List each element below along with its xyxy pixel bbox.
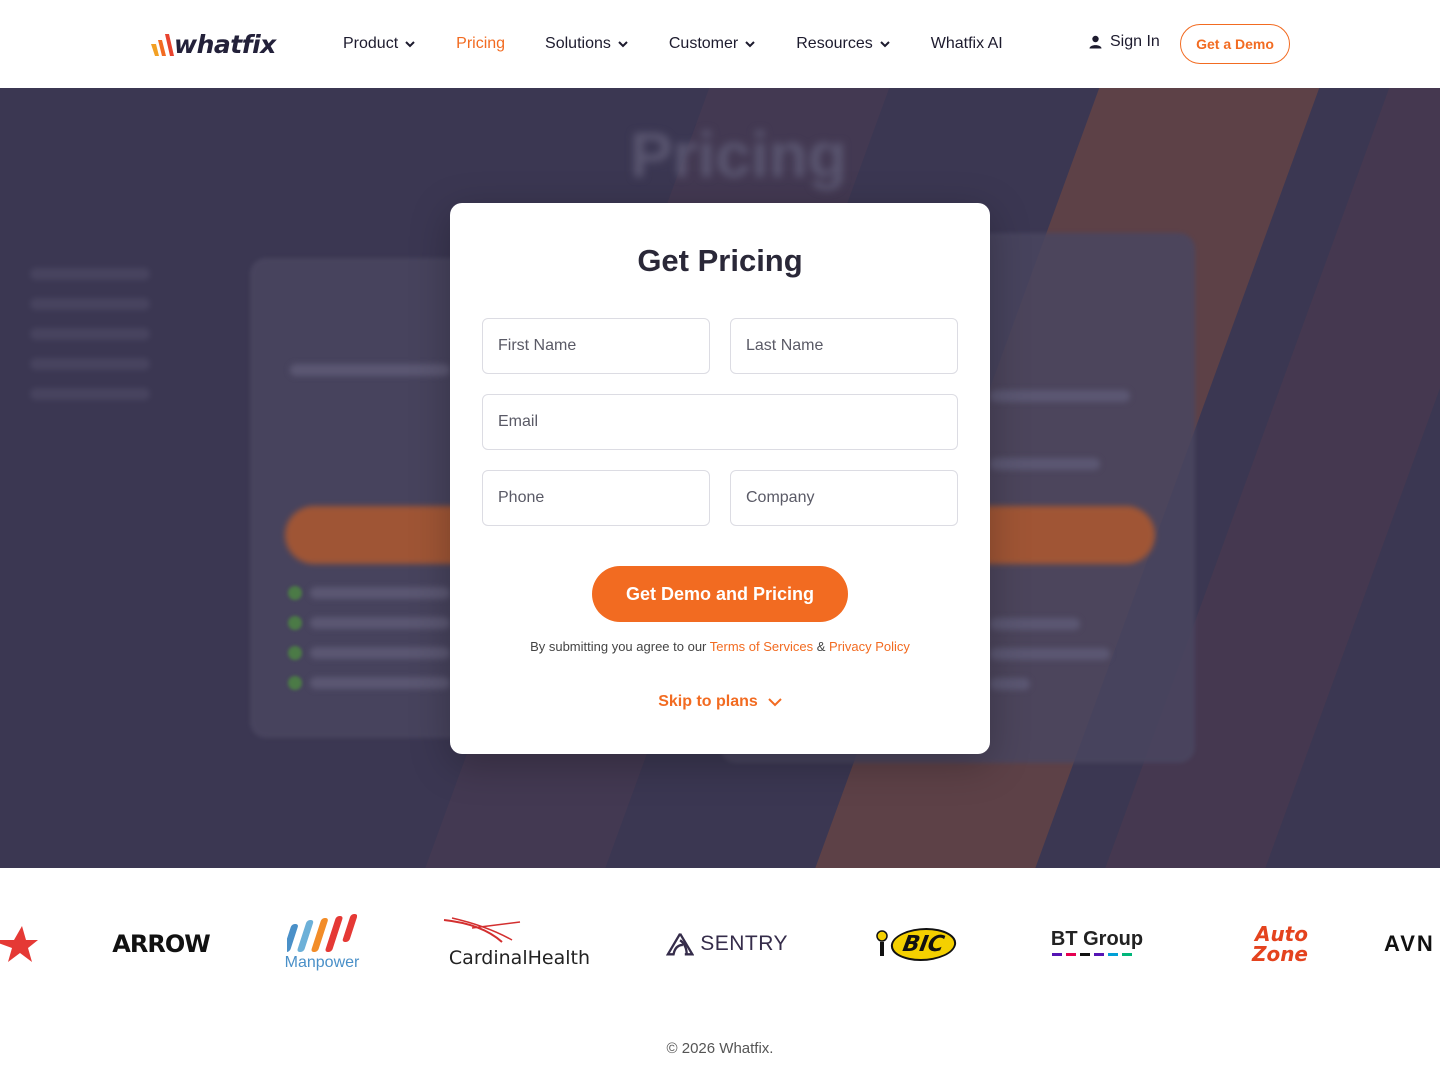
sentry-text: SENTRY (700, 932, 788, 955)
arrow-logo: ARROW (112, 926, 210, 962)
consent-and: & (816, 639, 826, 654)
modal-title: Get Pricing (637, 243, 803, 278)
avnet-logo: AVN (1384, 926, 1440, 962)
nav-pricing-label: Pricing (456, 35, 506, 52)
check-icon (288, 616, 302, 630)
autozone-text-bottom: Zone (1251, 942, 1308, 966)
sentry-logo: SENTRY (666, 926, 788, 962)
get-a-demo-button[interactable]: Get a Demo (1180, 24, 1290, 64)
consent-text: By submitting you agree to our Terms of … (450, 639, 990, 654)
cardinal-health-logo: CardinalHealth (442, 916, 590, 972)
first-name-field[interactable] (482, 318, 710, 374)
bg-text-line (30, 388, 150, 400)
nav-solutions[interactable]: Solutions (545, 35, 629, 53)
privacy-link[interactable]: Privacy Policy (829, 639, 910, 654)
star-logo (0, 926, 40, 962)
skip-to-plans-link[interactable]: Skip to plans (450, 693, 990, 711)
sign-in-link[interactable]: Sign In (1089, 33, 1160, 51)
check-icon (288, 676, 302, 690)
bg-text-line (990, 648, 1110, 660)
terms-link[interactable]: Terms of Services (710, 639, 813, 654)
bic-badge: BIC (888, 927, 960, 961)
get-demo-and-pricing-button[interactable]: Get Demo and Pricing (592, 566, 848, 622)
hero-title-blurred: Pricing (630, 119, 847, 191)
cardinal-swoosh-icon (443, 917, 521, 943)
whatfix-logo-mark-icon (151, 34, 174, 56)
bt-dash-line-icon (1052, 952, 1132, 956)
bg-text-line (990, 618, 1080, 630)
bg-text-line (990, 678, 1030, 690)
chevron-down-icon (880, 41, 890, 48)
logo-wordmark: whatfix (174, 29, 276, 59)
bg-text-line (30, 268, 150, 280)
bt-group-logo: BT Group (1050, 924, 1144, 960)
bg-text-line (990, 458, 1100, 470)
nav-resources[interactable]: Resources (796, 35, 890, 53)
nav-whatfix-ai-label: Whatfix AI (930, 35, 1003, 52)
sign-in-label: Sign In (1110, 33, 1160, 50)
autozone-logo: Auto Zone (1226, 920, 1308, 968)
nav-pricing[interactable]: Pricing (456, 35, 505, 53)
nav-solutions-label: Solutions (545, 35, 611, 52)
chevron-down-icon (405, 41, 415, 48)
avnet-text: AVN (1384, 931, 1435, 956)
get-pricing-modal: Get Pricing Get Demo and Pricing By subm… (450, 203, 990, 754)
nav-product[interactable]: Product (343, 35, 416, 53)
chevron-down-icon (768, 698, 782, 707)
nav-whatfix-ai[interactable]: Whatfix AI (931, 35, 1003, 53)
nav-customer-label: Customer (668, 35, 739, 52)
bg-text-line (310, 617, 450, 629)
consent-prefix: By submitting you agree to our (530, 639, 707, 654)
phone-field[interactable] (482, 470, 710, 526)
manpower-text: Manpower (284, 954, 360, 971)
chevron-down-icon (745, 41, 755, 48)
bg-text-line (30, 328, 150, 340)
bg-text-line (310, 647, 450, 659)
footer-copyright: © 2026 Whatfix. (666, 1040, 774, 1057)
bg-text-line (310, 587, 450, 599)
client-logos-strip: ARROW Manpower CardinalHealth SENTRY BIC… (0, 868, 1440, 1018)
check-icon (288, 586, 302, 600)
arrow-logo-text: ARROW (112, 930, 210, 958)
nav-customer[interactable]: Customer (669, 35, 756, 53)
nav-product-label: Product (343, 35, 399, 52)
main-nav: Product Pricing Solutions Customer Resou… (343, 0, 1043, 88)
last-name-field[interactable] (730, 318, 958, 374)
bg-text-line (30, 358, 150, 370)
bg-text-line (290, 364, 450, 376)
autozone-text-top: Auto (1254, 922, 1308, 946)
email-field[interactable] (482, 394, 958, 450)
manpower-logo: Manpower (280, 906, 364, 980)
bic-text: BIC (901, 931, 947, 957)
cardinal-health-text: CardinalHealth (448, 947, 590, 969)
bg-text-line (30, 298, 150, 310)
bic-logo: BIC (872, 926, 960, 962)
company-field[interactable] (730, 470, 958, 526)
bic-boy-icon (876, 930, 889, 956)
chevron-down-icon (618, 41, 628, 48)
bg-text-line (310, 677, 450, 689)
user-icon (1089, 35, 1102, 49)
check-icon (288, 646, 302, 660)
bg-text-line (990, 390, 1130, 402)
site-header: whatfix Product Pricing Solutions Custom… (0, 0, 1440, 88)
bt-group-text: BT Group (1050, 927, 1144, 950)
skip-to-plans-label: Skip to plans (658, 693, 758, 710)
manpower-mark-icon (287, 914, 357, 952)
nav-resources-label: Resources (796, 35, 873, 52)
star-icon (0, 926, 38, 962)
sentry-mark-icon (666, 933, 695, 956)
whatfix-logo[interactable]: whatfix (150, 26, 276, 62)
